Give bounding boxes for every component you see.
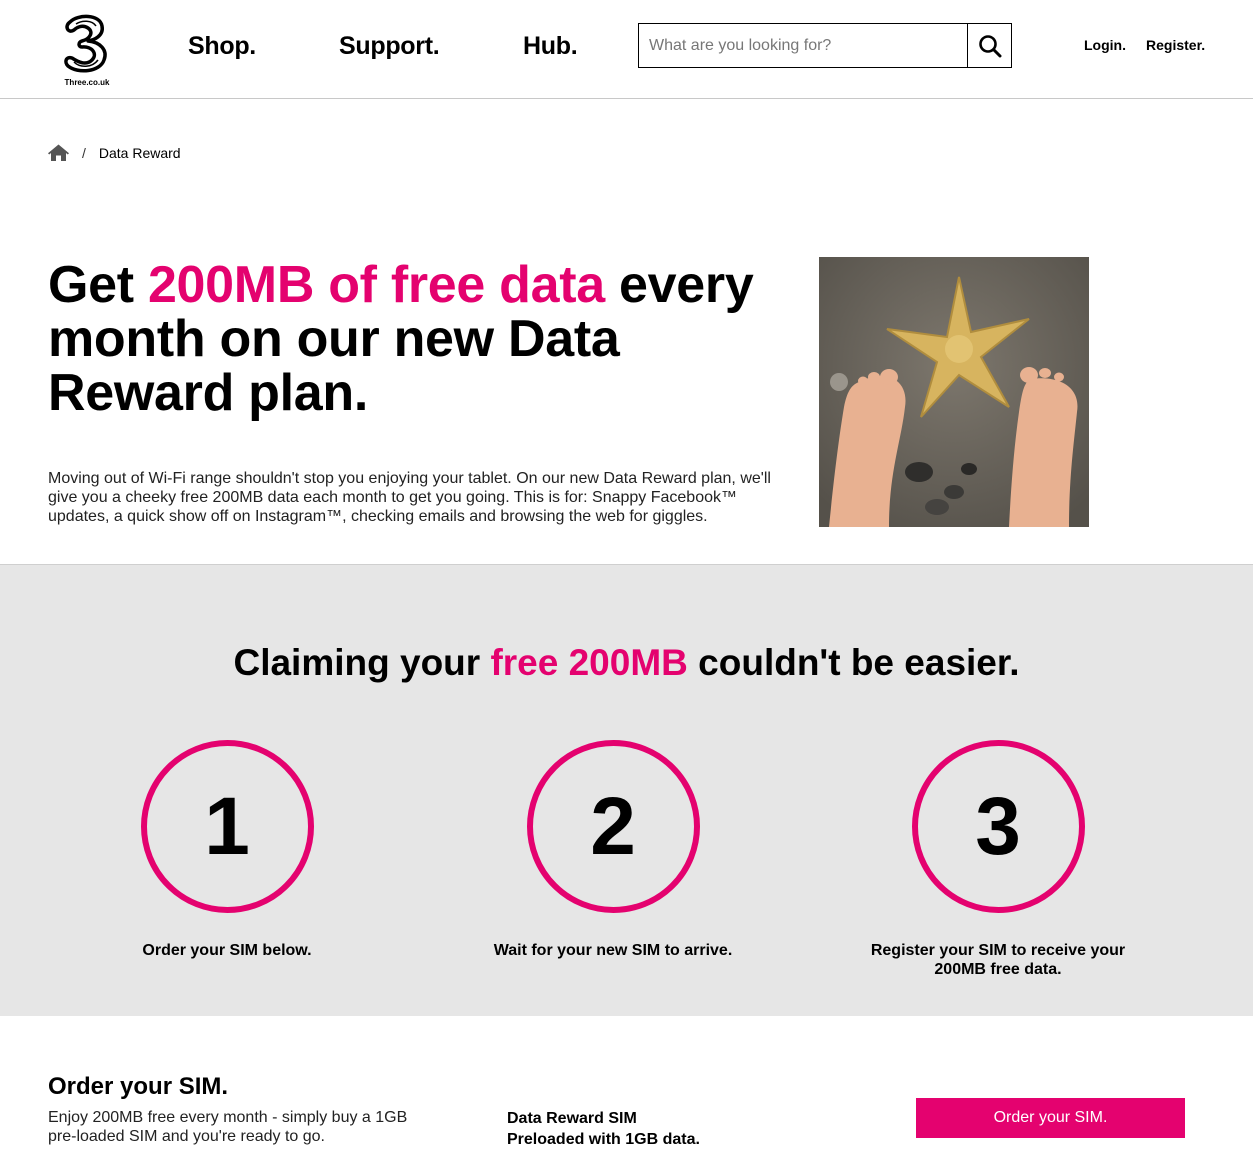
home-icon[interactable] xyxy=(48,144,69,162)
steps-title: Claiming your free 200MB couldn't be eas… xyxy=(0,642,1253,684)
search-icon xyxy=(978,34,1001,57)
logo-text: Three.co.uk xyxy=(64,78,110,87)
login-link[interactable]: Login. xyxy=(1084,37,1126,53)
breadcrumb-current: Data Reward xyxy=(98,145,181,161)
hero-title-highlight: 200MB of free data xyxy=(147,256,605,314)
steps-title-part1: Claiming your xyxy=(233,642,491,683)
search-button[interactable] xyxy=(967,24,1011,67)
site-header: Three.co.uk Shop. Support. Hub. Login. R… xyxy=(0,0,1253,99)
search-box xyxy=(638,23,1012,68)
order-title: Order your SIM. xyxy=(48,1073,229,1100)
register-link[interactable]: Register. xyxy=(1146,37,1205,53)
step-number-circle: 1 xyxy=(140,740,314,913)
step-text: Wait for your new SIM to arrive. xyxy=(493,942,733,959)
step-text: Register your SIM to receive your 200MB … xyxy=(870,942,1126,978)
nav-shop[interactable]: Shop. xyxy=(188,32,256,61)
nav-hub[interactable]: Hub. xyxy=(523,32,578,61)
three-logo[interactable]: Three.co.uk xyxy=(56,12,118,88)
hero-body: Moving out of Wi-Fi range shouldn't stop… xyxy=(48,470,771,525)
nav-support[interactable]: Support. xyxy=(339,32,440,61)
order-sim-button[interactable]: Order your SIM. xyxy=(916,1098,1185,1138)
search-input[interactable] xyxy=(639,24,968,67)
hero-image-starfish-feet xyxy=(819,257,1089,527)
step-text: Order your SIM below. xyxy=(142,942,312,959)
hero-title: Get 200MB of free data every month on ou… xyxy=(48,258,808,420)
breadcrumb: / Data Reward xyxy=(48,143,181,163)
three-logo-icon xyxy=(64,14,107,73)
step-1: 1 Order your SIM below. xyxy=(77,740,377,960)
step-number-circle: 3 xyxy=(911,740,1085,913)
steps-title-highlight: free 200MB xyxy=(490,642,688,683)
starfish-feet-illustration xyxy=(819,257,1089,527)
step-number-circle: 2 xyxy=(526,740,700,913)
step-3: 3 Register your SIM to receive your 200M… xyxy=(848,740,1148,979)
order-body: Enjoy 200MB free every month - simply bu… xyxy=(48,1109,408,1145)
hero-title-part1: Get xyxy=(48,256,148,314)
product-description: Preloaded with 1GB data. xyxy=(507,1131,700,1148)
steps-section: Claiming your free 200MB couldn't be eas… xyxy=(0,564,1253,1016)
breadcrumb-separator: / xyxy=(82,145,86,161)
steps-title-part2: couldn't be easier. xyxy=(687,642,1020,683)
product-name: Data Reward SIM xyxy=(507,1110,637,1127)
step-2: 2 Wait for your new SIM to arrive. xyxy=(463,740,763,960)
